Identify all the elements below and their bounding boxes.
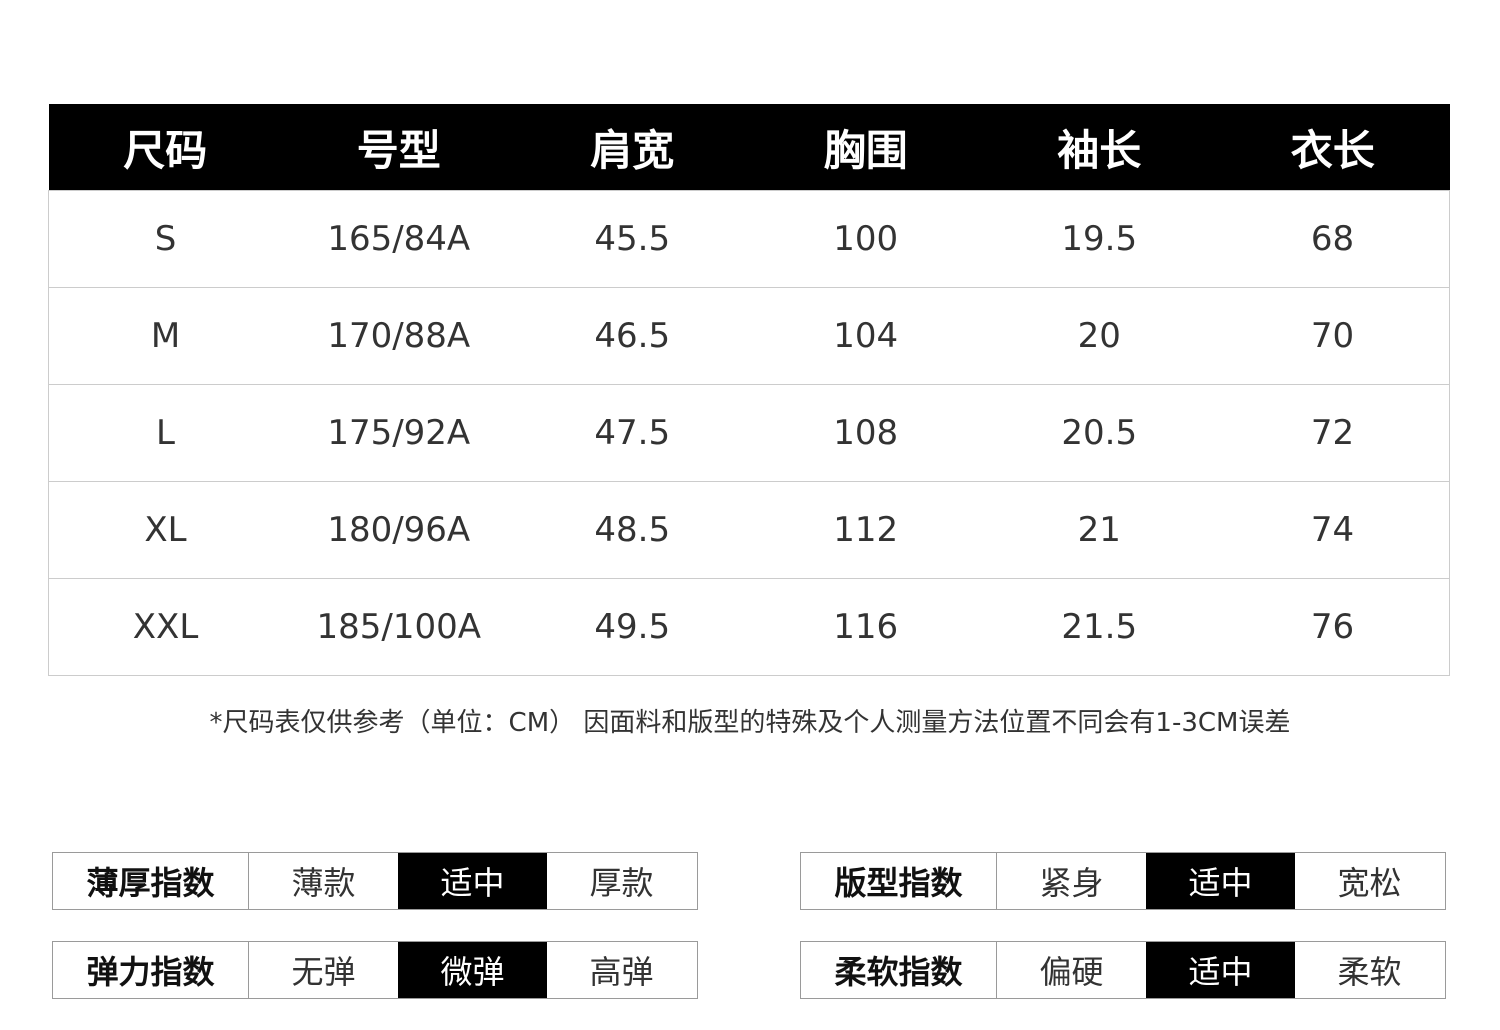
table-header-row: 尺码 号型 肩宽 胸围 袖长 衣长 [48, 104, 1450, 191]
thickness-option: 适中 [398, 853, 547, 909]
cell-chest: 116 [749, 578, 983, 676]
cell-length: 74 [1216, 481, 1450, 579]
cell-chest: 100 [749, 190, 983, 288]
elasticity-index-label: 弹力指数 [53, 942, 249, 998]
header-model: 号型 [282, 104, 516, 191]
cell-shoulder: 47.5 [515, 384, 749, 482]
cell-length: 72 [1216, 384, 1450, 482]
cell-size: M [48, 287, 282, 385]
elasticity-option: 无弹 [291, 953, 356, 991]
cell-length: 76 [1216, 578, 1450, 676]
table-row: XXL 185/100A 49.5 116 21.5 76 [48, 578, 1450, 676]
cell-size: L [48, 384, 282, 482]
fit-index-label: 版型指数 [801, 853, 997, 909]
cell-chest: 104 [749, 287, 983, 385]
thickness-index-label: 薄厚指数 [53, 853, 249, 909]
table-row: L 175/92A 47.5 108 20.5 72 [48, 384, 1450, 482]
softness-option: 适中 [1146, 942, 1295, 998]
cell-sleeve: 21 [982, 481, 1216, 579]
size-chart-note: *尺码表仅供参考（单位：CM） 因面料和版型的特殊及个人测量方法位置不同会有1-… [209, 708, 1291, 738]
elasticity-option: 高弹 [589, 953, 654, 991]
cell-sleeve: 19.5 [982, 190, 1216, 288]
size-chart-table: 尺码 号型 肩宽 胸围 袖长 衣长 S 165/84A 45.5 100 19.… [48, 104, 1450, 676]
thickness-option: 薄款 [291, 864, 356, 902]
header-size: 尺码 [48, 104, 282, 191]
table-row: S 165/84A 45.5 100 19.5 68 [48, 190, 1450, 288]
cell-shoulder: 45.5 [515, 190, 749, 288]
softness-option: 偏硬 [1039, 953, 1104, 991]
table-row: M 170/88A 46.5 104 20 70 [48, 287, 1450, 385]
header-sleeve: 袖长 [982, 104, 1216, 191]
fit-index: 版型指数 紧身 适中 宽松 [800, 852, 1446, 910]
thickness-option: 厚款 [589, 864, 654, 902]
cell-model: 165/84A [282, 190, 516, 288]
cell-model: 180/96A [282, 481, 516, 579]
cell-sleeve: 20 [982, 287, 1216, 385]
cell-model: 170/88A [282, 287, 516, 385]
cell-size: S [48, 190, 282, 288]
cell-sleeve: 20.5 [982, 384, 1216, 482]
header-chest: 胸围 [749, 104, 983, 191]
softness-index: 柔软指数 偏硬 适中 柔软 [800, 941, 1446, 999]
elasticity-option: 微弹 [398, 942, 547, 998]
header-shoulder: 肩宽 [515, 104, 749, 191]
softness-index-label: 柔软指数 [801, 942, 997, 998]
cell-size: XL [48, 481, 282, 579]
cell-chest: 108 [749, 384, 983, 482]
cell-size: XXL [48, 578, 282, 676]
elasticity-index: 弹力指数 无弹 微弹 高弹 [52, 941, 698, 999]
cell-shoulder: 49.5 [515, 578, 749, 676]
cell-model: 185/100A [282, 578, 516, 676]
cell-shoulder: 48.5 [515, 481, 749, 579]
thickness-index: 薄厚指数 薄款 适中 厚款 [52, 852, 698, 910]
cell-length: 68 [1216, 190, 1450, 288]
fit-option: 宽松 [1337, 864, 1402, 902]
table-row: XL 180/96A 48.5 112 21 74 [48, 481, 1450, 579]
fit-option: 适中 [1146, 853, 1295, 909]
fit-option: 紧身 [1039, 864, 1104, 902]
cell-chest: 112 [749, 481, 983, 579]
cell-sleeve: 21.5 [982, 578, 1216, 676]
header-length: 衣长 [1216, 104, 1450, 191]
softness-option: 柔软 [1337, 953, 1402, 991]
cell-model: 175/92A [282, 384, 516, 482]
cell-shoulder: 46.5 [515, 287, 749, 385]
cell-length: 70 [1216, 287, 1450, 385]
